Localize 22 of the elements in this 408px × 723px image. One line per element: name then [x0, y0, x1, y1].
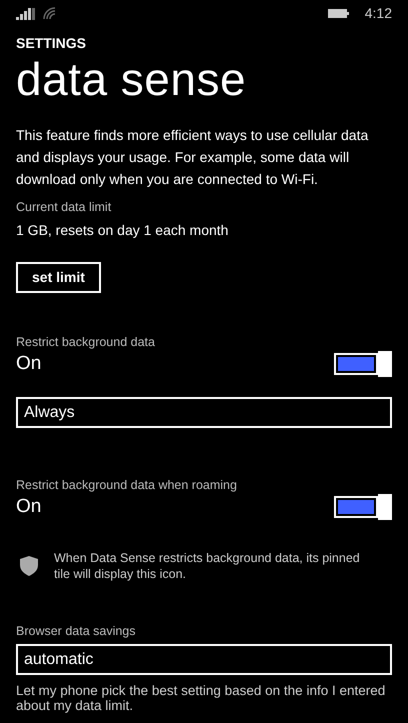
dropdown-field[interactable]: Always [16, 397, 392, 428]
setting-label: Current data limit [16, 199, 112, 216]
app-title: SETTINGS [16, 34, 88, 52]
battery-icon [328, 8, 349, 18]
setting-label: Browser data savings [16, 623, 137, 640]
toggle-state-text: On [16, 352, 42, 376]
hint-text: Let my phone pick the best setting based on the info I entered about my data limit. [16, 683, 386, 713]
toggle-switch[interactable] [334, 351, 392, 377]
description-text: This feature finds more efficient ways to use cellular data and displays your usage. For example, some data will download only when you are connected to Wi-Fi. [16, 126, 370, 189]
clock-time: 4:12 [364, 4, 392, 22]
dropdown-field[interactable]: automatic [16, 644, 392, 675]
setting-label: Restrict background data when roaming [16, 477, 238, 494]
signal-icon [16, 8, 35, 20]
setting-label: Restrict background data [16, 334, 156, 351]
toggle-state-text: On [16, 495, 42, 519]
set-limit-button[interactable]: set limit [16, 262, 101, 293]
shield-icon [20, 556, 38, 576]
note-text: When Data Sense restricts background data, its pinned tile will display this icon. [54, 550, 361, 582]
setting-value: 1 GB, resets on day 1 each month [16, 221, 230, 240]
wifi-icon [43, 6, 57, 20]
page-title: data sense [16, 52, 248, 106]
toggle-switch[interactable] [334, 494, 392, 520]
